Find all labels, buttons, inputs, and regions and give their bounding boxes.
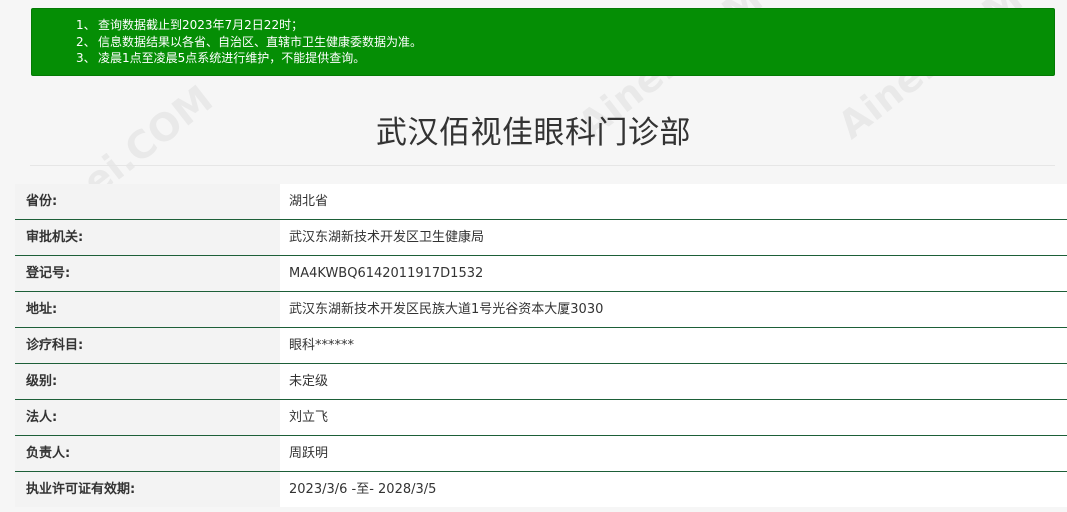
page-title: 武汉佰视佳眼科门诊部 [376, 115, 691, 151]
notice-item-number: 2、 [76, 34, 96, 49]
notice-item: 3、 凌晨1点至凌晨5点系统进行维护，不能提供查询。 [76, 50, 422, 67]
notice-item-text: 查询数据截止到2023年7月2日22时； [98, 18, 304, 32]
row-label: 诊疗科目: [15, 328, 280, 363]
notice-item-text: 信息数据结果以各省、自治区、直辖市卫生健康委数据为准。 [98, 34, 423, 49]
table-row: 审批机关: 武汉东湖新技术开发区卫生健康局 [15, 220, 1067, 256]
row-value: 周跃明 [280, 436, 1067, 471]
row-label: 负责人: [15, 436, 280, 471]
title-divider [30, 165, 1055, 166]
notice-list: 1、 查询数据截止到2023年7月2日22时； 2、 信息数据结果以各省、自治区、直… [76, 17, 422, 67]
table-row: 诊疗科目: 眼科****** [15, 328, 1067, 364]
row-value: 武汉东湖新技术开发区民族大道1号光谷资本大厦3030 [280, 292, 1067, 327]
notice-banner: 1、 查询数据截止到2023年7月2日22时； 2、 信息数据结果以各省、自治区、直… [31, 8, 1055, 76]
table-row: 级别: 未定级 [15, 364, 1067, 400]
notice-item: 1、 查询数据截止到2023年7月2日22时； [76, 17, 422, 34]
table-row: 执业许可证有效期: 2023/3/6 -至- 2028/3/5 [15, 472, 1067, 507]
row-label: 审批机关: [15, 220, 280, 255]
row-label: 登记号: [15, 256, 280, 291]
notice-item: 2、 信息数据结果以各省、自治区、直辖市卫生健康委数据为准。 [76, 34, 422, 51]
notice-item-number: 1、 [76, 18, 96, 32]
table-row: 地址: 武汉东湖新技术开发区民族大道1号光谷资本大厦3030 [15, 292, 1067, 328]
row-value: MA4KWBQ6142011917D1532 [280, 256, 1067, 291]
notice-item-text: 凌晨1点至凌晨5点系统进行维护，不能提供查询。 [98, 51, 366, 65]
row-value: 2023/3/6 -至- 2028/3/5 [280, 472, 1067, 507]
row-value: 武汉东湖新技术开发区卫生健康局 [280, 220, 1067, 255]
row-label: 执业许可证有效期: [15, 472, 280, 507]
notice-item-number: 3、 [76, 51, 96, 65]
row-label: 级别: [15, 364, 280, 399]
table-row: 法人: 刘立飞 [15, 400, 1067, 436]
table-row: 负责人: 周跃明 [15, 436, 1067, 472]
info-table: 省份: 湖北省 审批机关: 武汉东湖新技术开发区卫生健康局 登记号: MA4KW… [15, 184, 1067, 507]
row-value: 未定级 [280, 364, 1067, 399]
row-label: 法人: [15, 400, 280, 435]
row-value: 眼科****** [280, 328, 1067, 363]
table-row: 登记号: MA4KWBQ6142011917D1532 [15, 256, 1067, 292]
row-value: 湖北省 [280, 184, 1067, 219]
row-value: 刘立飞 [280, 400, 1067, 435]
table-row: 省份: 湖北省 [15, 184, 1067, 220]
row-label: 省份: [15, 184, 280, 219]
row-label: 地址: [15, 292, 280, 327]
